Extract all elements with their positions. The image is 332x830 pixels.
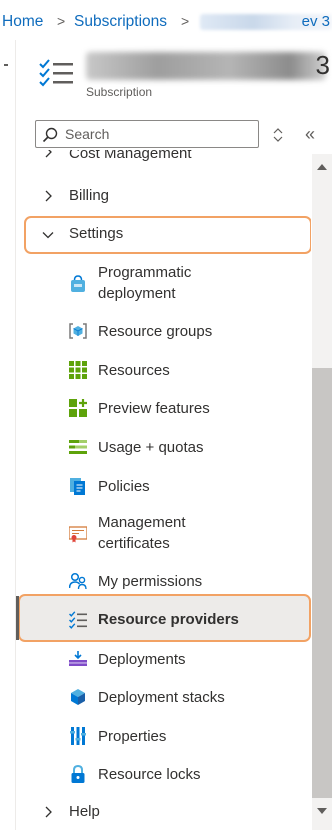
nav-item-label: Resource providers xyxy=(98,611,239,628)
chevron-right-icon xyxy=(45,190,52,202)
grid-icon xyxy=(69,361,87,379)
nav-item-deployments[interactable]: Deployments xyxy=(16,640,311,678)
nav-item-label: Preview features xyxy=(98,400,210,417)
breadcrumb-subscription-tail[interactable]: ev 3 xyxy=(302,13,330,30)
nav-item-resource-groups[interactable]: Resource groups xyxy=(16,312,311,350)
left-edge-mark xyxy=(4,64,8,66)
sort-icon[interactable] xyxy=(272,128,284,142)
breadcrumb-separator-icon: > xyxy=(57,13,66,29)
preview-features-icon xyxy=(69,399,87,417)
usage-quotas-icon xyxy=(69,440,87,454)
certificate-icon xyxy=(69,526,87,543)
nav-item-resource-locks[interactable]: Resource locks xyxy=(16,755,311,793)
nav-item-policies[interactable]: Policies xyxy=(16,467,311,505)
lock-icon xyxy=(71,765,85,783)
nav-item-usage-quotas[interactable]: Usage + quotas xyxy=(16,428,311,466)
nav-item-label: Resource locks xyxy=(98,766,201,783)
chevron-down-icon xyxy=(42,232,54,239)
breadcrumb-separator-icon: > xyxy=(181,13,190,29)
nav-item-label: Resources xyxy=(98,362,170,379)
nav-item-resource-providers[interactable]: Resource providers xyxy=(16,601,311,639)
nav-item-resources[interactable]: Resources xyxy=(16,351,311,389)
policies-icon xyxy=(70,478,85,495)
nav-item-label: Resource groups xyxy=(98,323,213,340)
nav-item-label: Deployments xyxy=(98,651,186,668)
nav-item-label: Properties xyxy=(98,728,167,745)
subscription-list-icon xyxy=(39,59,73,87)
nav-group-help[interactable]: Help xyxy=(16,793,311,830)
page-subtitle: Subscription xyxy=(86,85,153,99)
nav-item-management-certificates[interactable]: Management certificates xyxy=(16,508,311,556)
nav-item-preview-features[interactable]: Preview features xyxy=(16,389,311,427)
nav-item-properties[interactable]: Properties xyxy=(16,717,311,755)
nav-group-cost-management[interactable]: Cost Management xyxy=(16,150,311,164)
nav-item-label: My permissions xyxy=(98,573,203,590)
chevron-right-icon xyxy=(45,150,52,158)
collapse-menu-icon[interactable]: « xyxy=(305,124,315,145)
resource-menu: Cost Management Billing Settings Program… xyxy=(16,150,311,830)
title-tail: 3 xyxy=(315,50,330,80)
breadcrumb-home[interactable]: Home xyxy=(2,13,43,31)
nav-item-label: Usage + quotas xyxy=(98,439,204,456)
cube-icon xyxy=(71,689,85,705)
nav-item-label: Management certificates xyxy=(98,514,186,552)
search-input[interactable]: Search xyxy=(35,120,259,148)
nav-item-programmatic-deployment[interactable]: Programmatic deployment xyxy=(16,258,311,306)
nav-item-label: Programmatic deployment xyxy=(98,264,192,302)
people-icon xyxy=(69,572,87,590)
list-check-icon xyxy=(69,611,87,629)
breadcrumb-subscriptions[interactable]: Subscriptions xyxy=(74,13,167,31)
bag-icon xyxy=(71,275,85,292)
nav-item-label: Policies xyxy=(98,478,150,495)
resource-groups-icon xyxy=(69,323,87,339)
nav-group-billing[interactable]: Billing xyxy=(16,176,311,216)
deployments-icon xyxy=(69,651,87,666)
scrollbar-thumb[interactable] xyxy=(312,368,332,798)
nav-group-settings[interactable]: Settings xyxy=(16,216,311,254)
search-placeholder: Search xyxy=(65,126,110,142)
nav-item-label: Deployment stacks xyxy=(98,689,225,706)
properties-icon xyxy=(70,727,86,745)
chevron-right-icon xyxy=(45,806,52,818)
scroll-up-arrow-icon[interactable] xyxy=(317,164,327,170)
breadcrumb: Home > Subscriptions > ev 3 xyxy=(0,0,332,44)
nav-group-label: Settings xyxy=(69,225,124,242)
nav-group-label: Cost Management xyxy=(69,150,192,162)
scroll-down-arrow-icon[interactable] xyxy=(317,808,327,814)
redacted-subscription-title xyxy=(86,52,326,80)
nav-group-label: Help xyxy=(69,803,100,820)
nav-group-label: Billing xyxy=(69,187,110,204)
nav-item-deployment-stacks[interactable]: Deployment stacks xyxy=(16,678,311,716)
search-icon xyxy=(42,127,58,143)
